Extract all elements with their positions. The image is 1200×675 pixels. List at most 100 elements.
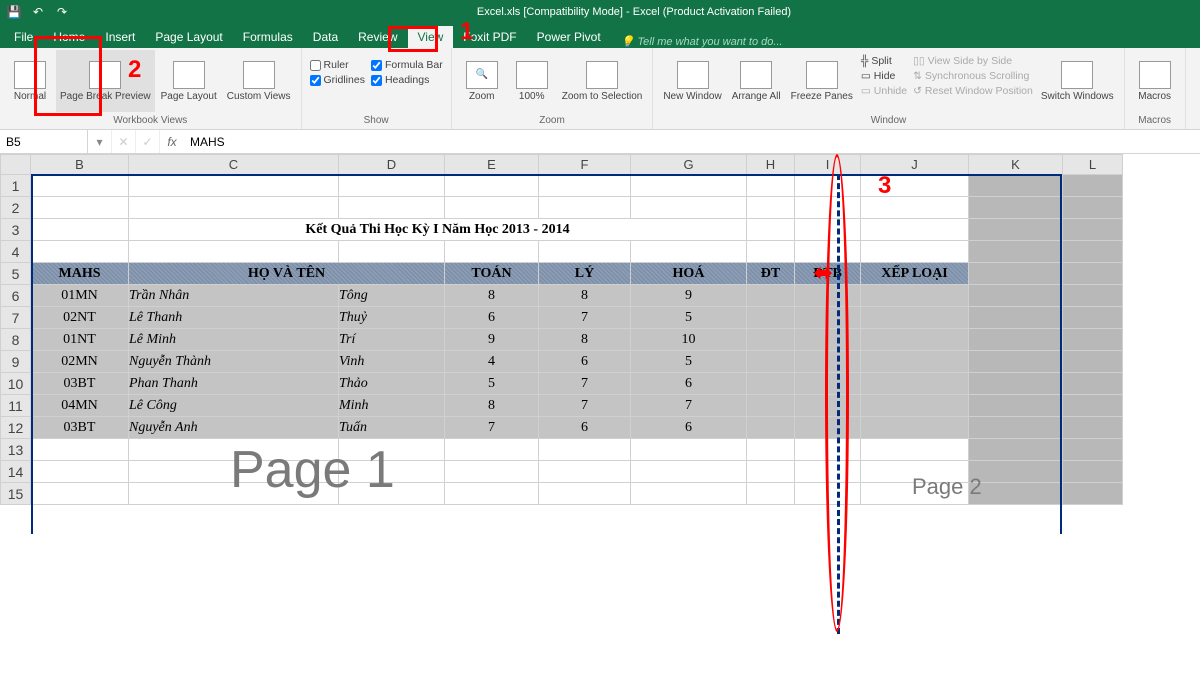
tab-file[interactable]: File <box>4 26 43 48</box>
cell[interactable] <box>747 307 795 329</box>
cell-ly[interactable]: 7 <box>539 307 631 329</box>
cell[interactable] <box>631 175 747 197</box>
col-header-C[interactable]: C <box>129 155 339 175</box>
cell[interactable] <box>31 241 129 263</box>
split-button[interactable]: ╬ Split <box>859 54 909 68</box>
cell-toan[interactable]: 5 <box>445 373 539 395</box>
ruler-checkbox[interactable]: Ruler <box>308 58 367 72</box>
cell[interactable] <box>339 439 445 461</box>
page-layout-button[interactable]: Page Layout <box>157 50 221 112</box>
cell[interactable] <box>969 197 1063 219</box>
cell[interactable] <box>539 439 631 461</box>
row-header-1[interactable]: 1 <box>1 175 31 197</box>
col-header-G[interactable]: G <box>631 155 747 175</box>
col-header-L[interactable]: L <box>1063 155 1123 175</box>
cell-hoa[interactable]: 10 <box>631 329 747 351</box>
cell[interactable] <box>795 307 861 329</box>
cell[interactable] <box>129 483 339 505</box>
cell[interactable] <box>861 241 969 263</box>
cell[interactable] <box>339 175 445 197</box>
cell[interactable] <box>1063 351 1123 373</box>
cell[interactable] <box>539 197 631 219</box>
cell[interactable] <box>969 395 1063 417</box>
cell[interactable] <box>539 175 631 197</box>
cell-mahs[interactable]: 02MN <box>31 351 129 373</box>
cancel-icon[interactable]: ✕ <box>112 130 136 153</box>
row-header-11[interactable]: 11 <box>1 395 31 417</box>
hdr-hoa[interactable]: HOÁ <box>631 263 747 285</box>
cell[interactable] <box>747 395 795 417</box>
cell-ho[interactable]: Nguyễn Anh <box>129 417 339 439</box>
cell[interactable] <box>795 241 861 263</box>
cell-ten[interactable]: Thuỷ <box>339 307 445 329</box>
cell[interactable] <box>795 439 861 461</box>
tell-me-box[interactable]: 💡 Tell me what you want to do... <box>621 35 783 48</box>
col-header-I[interactable]: I <box>795 155 861 175</box>
cell[interactable] <box>445 241 539 263</box>
tab-view[interactable]: View <box>408 26 454 48</box>
tab-page-layout[interactable]: Page Layout <box>145 26 232 48</box>
cell[interactable] <box>861 373 969 395</box>
zoom-selection-button[interactable]: Zoom to Selection <box>558 50 647 112</box>
cell-ho[interactable]: Lê Minh <box>129 329 339 351</box>
cell[interactable] <box>339 197 445 219</box>
page-break-preview-button[interactable]: Page Break Preview <box>56 50 155 112</box>
cell[interactable] <box>129 175 339 197</box>
cell-ho[interactable]: Lê Thanh <box>129 307 339 329</box>
row-header-15[interactable]: 15 <box>1 483 31 505</box>
gridlines-checkbox[interactable]: Gridlines <box>308 73 367 87</box>
redo-icon[interactable]: ↷ <box>52 2 72 22</box>
cell-mahs[interactable]: 04MN <box>31 395 129 417</box>
cell[interactable] <box>1063 241 1123 263</box>
custom-views-button[interactable]: Custom Views <box>223 50 295 112</box>
cell[interactable] <box>129 439 339 461</box>
headings-checkbox[interactable]: Headings <box>369 73 445 87</box>
row-header-2[interactable]: 2 <box>1 197 31 219</box>
cell[interactable] <box>1063 219 1123 241</box>
tab-powerpivot[interactable]: Power Pivot <box>527 26 611 48</box>
cell[interactable] <box>795 417 861 439</box>
col-header-K[interactable]: K <box>969 155 1063 175</box>
tab-data[interactable]: Data <box>303 26 348 48</box>
cell[interactable] <box>1063 285 1123 307</box>
cell-ten[interactable]: Minh <box>339 395 445 417</box>
cell[interactable] <box>795 373 861 395</box>
hide-button[interactable]: ▭ Hide <box>859 69 909 83</box>
select-all-cell[interactable] <box>1 155 31 175</box>
normal-view-button[interactable]: Normal <box>6 50 54 112</box>
cell[interactable] <box>31 197 129 219</box>
cell[interactable] <box>861 395 969 417</box>
cell-mahs[interactable]: 01NT <box>31 329 129 351</box>
cell-mahs[interactable]: 02NT <box>31 307 129 329</box>
cell[interactable] <box>1063 439 1123 461</box>
cell[interactable] <box>445 197 539 219</box>
cell[interactable] <box>969 439 1063 461</box>
cell[interactable] <box>969 307 1063 329</box>
cell[interactable] <box>861 351 969 373</box>
col-header-J[interactable]: J <box>861 155 969 175</box>
row-header-12[interactable]: 12 <box>1 417 31 439</box>
cell-toan[interactable]: 4 <box>445 351 539 373</box>
formula-bar-checkbox[interactable]: Formula Bar <box>369 58 445 72</box>
row-header-9[interactable]: 9 <box>1 351 31 373</box>
cell-ly[interactable]: 7 <box>539 373 631 395</box>
cell-hoa[interactable]: 6 <box>631 373 747 395</box>
cell[interactable] <box>747 219 795 241</box>
cell[interactable] <box>747 373 795 395</box>
cell[interactable] <box>795 175 861 197</box>
col-header-F[interactable]: F <box>539 155 631 175</box>
cell[interactable] <box>31 439 129 461</box>
cell[interactable] <box>795 351 861 373</box>
cell[interactable] <box>1063 417 1123 439</box>
row-header-10[interactable]: 10 <box>1 373 31 395</box>
cell[interactable] <box>31 175 129 197</box>
cell[interactable] <box>861 329 969 351</box>
cell[interactable] <box>539 483 631 505</box>
cell[interactable] <box>339 241 445 263</box>
title-cell[interactable]: Kết Quả Thi Học Kỳ I Năm Học 2013 - 2014 <box>129 219 747 241</box>
cell[interactable] <box>129 461 339 483</box>
tab-home[interactable]: Home <box>43 26 95 48</box>
cell[interactable] <box>631 483 747 505</box>
cell[interactable] <box>539 461 631 483</box>
cell-ten[interactable]: Vinh <box>339 351 445 373</box>
